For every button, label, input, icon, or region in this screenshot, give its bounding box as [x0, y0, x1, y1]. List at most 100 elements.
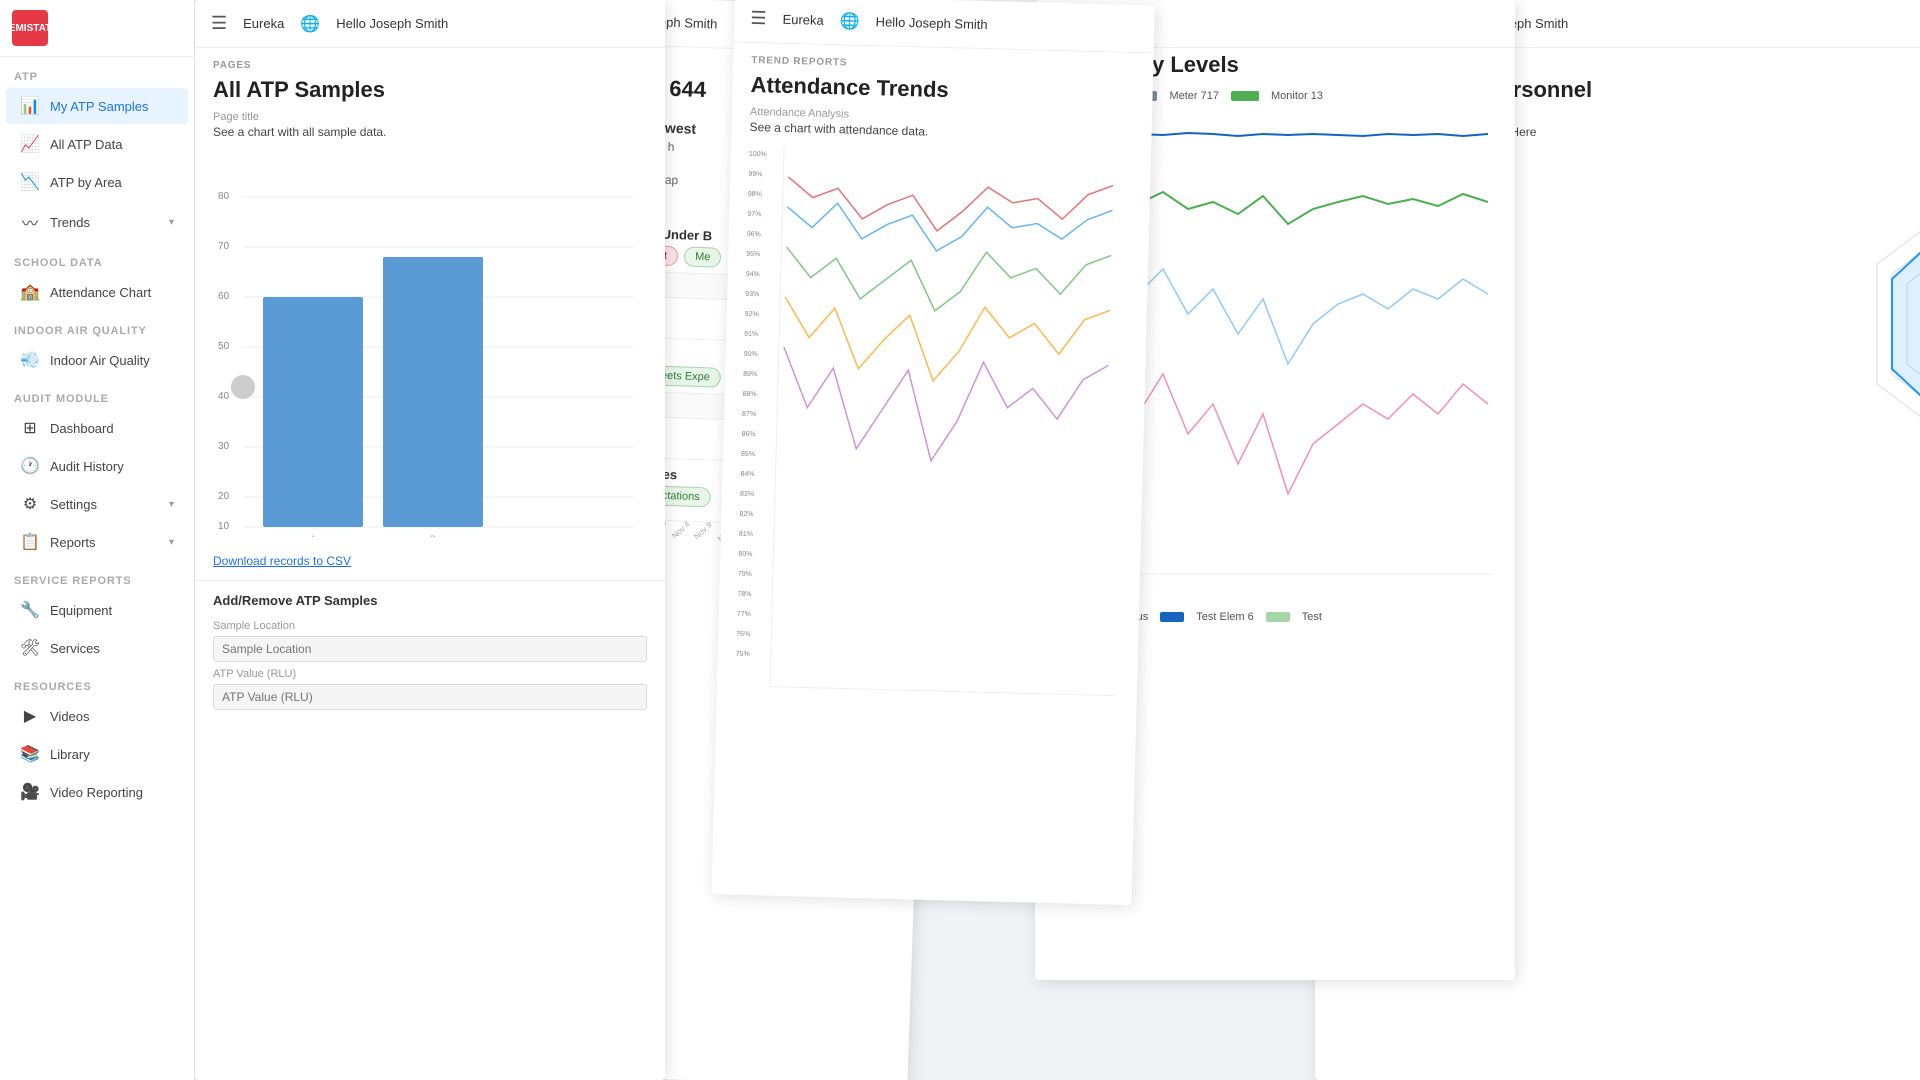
svg-text:97%: 97%: [747, 211, 761, 218]
svg-text:70: 70: [218, 241, 230, 252]
chart-down-icon: 📉: [20, 172, 40, 192]
sidebar-item-label: Audit History: [50, 459, 124, 474]
sidebar-item-library[interactable]: 📚 Library: [6, 736, 188, 772]
svg-text:80%: 80%: [738, 551, 752, 558]
hamburger-icon[interactable]: ☰: [750, 8, 767, 29]
section-resources: RESOURCES: [0, 667, 194, 697]
reports-icon: 📋: [20, 532, 40, 552]
section-school-data: SCHOOL DATA: [0, 243, 194, 273]
nav-site-name: Eureka: [782, 12, 824, 28]
legend-label-meter: Meter 717: [1169, 90, 1219, 102]
legend-label-test-elem6: Test Elem 6: [1196, 611, 1253, 623]
svg-text:B: B: [430, 534, 436, 537]
svg-text:60: 60: [218, 291, 230, 302]
sidebar-item-dashboard[interactable]: ⊞ Dashboard: [6, 410, 188, 446]
equipment-icon: 🔧: [20, 600, 40, 620]
sidebar-item-label: Indoor Air Quality: [50, 353, 150, 368]
dashboard-icon: ⊞: [20, 418, 40, 438]
sidebar-item-attendance-chart[interactable]: 🏫 Attendance Chart: [6, 274, 188, 310]
history-icon: 🕐: [20, 456, 40, 476]
svg-text:50: 50: [218, 341, 230, 352]
svg-text:95%: 95%: [746, 251, 760, 258]
sample-location-input[interactable]: [213, 636, 647, 662]
atp-subtitle-text: See a chart with all sample data.: [195, 123, 665, 149]
panel-attendance-trends: ☰ Eureka 🌐 Hello Joseph Smith TREND REPO…: [712, 0, 1155, 905]
chevron-down-icon: ▾: [169, 537, 174, 548]
atp-title: All ATP Samples: [195, 73, 665, 111]
svg-text:86%: 86%: [741, 431, 755, 438]
svg-text:87%: 87%: [742, 411, 756, 418]
chevron-down-icon: ▾: [169, 499, 174, 510]
section-service-reports: SERVICE REPORTS: [0, 561, 194, 591]
main-content: ☰ Eureka 🌐 Hello Joseph Smith PAGES Audi…: [195, 0, 1920, 1080]
sidebar-item-label: ATP by Area: [50, 175, 122, 190]
app-logo: SEMI STATS: [12, 10, 48, 46]
library-icon: 📚: [20, 744, 40, 764]
atp-nav: ☰ Eureka 🌐 Hello Joseph Smith: [195, 0, 665, 48]
atp-value-input[interactable]: [213, 684, 647, 710]
sidebar-item-label: Trends: [50, 215, 90, 230]
sidebar-item-settings[interactable]: ⚙ Settings ▾: [6, 486, 188, 522]
nav-user: Hello Joseph Smith: [875, 14, 987, 32]
legend-color-monitor: [1231, 91, 1259, 101]
sidebar-item-videos[interactable]: ▶ Videos: [6, 698, 188, 734]
sidebar-item-label: Videos: [50, 709, 90, 724]
section-atp: ATP: [0, 57, 194, 87]
svg-text:84%: 84%: [740, 471, 754, 478]
sidebar-item-services[interactable]: 🛠 Services: [6, 630, 188, 666]
svg-text:80: 80: [218, 191, 230, 202]
svg-text:82%: 82%: [739, 511, 753, 518]
badge-meets[interactable]: Me: [684, 246, 722, 267]
video-play-icon: ▶: [20, 706, 40, 726]
svg-text:100%: 100%: [749, 151, 767, 158]
sidebar-item-atp-by-area[interactable]: 📉 ATP by Area: [6, 164, 188, 200]
sidebar-item-reports[interactable]: 📋 Reports ▾: [6, 524, 188, 560]
sidebar-item-all-atp-data[interactable]: 📈 All ATP Data: [6, 126, 188, 162]
legend-label-monitor: Monitor 13: [1271, 90, 1323, 102]
svg-text:91%: 91%: [744, 331, 758, 338]
sidebar-item-equipment[interactable]: 🔧 Equipment: [6, 592, 188, 628]
svg-text:78%: 78%: [737, 591, 751, 598]
chart-indicator: [231, 375, 255, 399]
svg-text:99%: 99%: [748, 171, 762, 178]
sidebar-item-my-atp-samples[interactable]: 📊 My ATP Samples: [6, 88, 188, 124]
sidebar-item-video-reporting[interactable]: 🎥 Video Reporting: [6, 774, 188, 810]
nav-user: Hello Joseph Smith: [336, 16, 448, 31]
sidebar-item-label: Services: [50, 641, 100, 656]
svg-text:79%: 79%: [738, 571, 752, 578]
atp-chart-area: 80 70 60 50 40 30 20 10: [195, 149, 665, 550]
svg-text:88%: 88%: [743, 391, 757, 398]
download-csv-link[interactable]: Download records to CSV: [195, 550, 665, 572]
section-audit-module: AUDIT MODULE: [0, 379, 194, 409]
sidebar-item-label: Settings: [50, 497, 97, 512]
svg-text:90%: 90%: [744, 351, 758, 358]
sidebar-item-label: Reports: [50, 535, 96, 550]
bar-1: [263, 297, 363, 527]
svg-text:89%: 89%: [743, 371, 757, 378]
svg-text:94%: 94%: [746, 271, 760, 278]
hamburger-icon[interactable]: ☰: [211, 13, 227, 34]
panel-atp-samples: ☰ Eureka 🌐 Hello Joseph Smith PAGES All …: [195, 0, 665, 1080]
svg-text:77%: 77%: [737, 611, 751, 618]
settings-icon: ⚙: [20, 494, 40, 514]
atp-bar-chart: 80 70 60 50 40 30 20 10: [213, 157, 633, 537]
chevron-down-icon: ▾: [169, 217, 174, 228]
globe-icon: 🌐: [300, 14, 320, 34]
svg-text:81%: 81%: [739, 531, 753, 538]
nav-site-name: Eureka: [243, 16, 284, 31]
services-icon: 🛠: [20, 638, 40, 658]
svg-text:85%: 85%: [741, 451, 755, 458]
sidebar-item-label: Attendance Chart: [50, 285, 151, 300]
trends-chart: 100% 99% 98% 97% 96% 95% 94% 93% 92% 91%…: [734, 146, 1129, 736]
school-icon: 🏫: [20, 282, 40, 302]
sidebar-item-label: Video Reporting: [50, 785, 143, 800]
sidebar-item-indoor-air-quality[interactable]: 💨 Indoor Air Quality: [6, 342, 188, 378]
sidebar-item-audit-history[interactable]: 🕐 Audit History: [6, 448, 188, 484]
sidebar-item-label: All ATP Data: [50, 137, 123, 152]
logo-area: SEMI STATS: [0, 0, 194, 57]
sidebar-item-trends[interactable]: 〰 Trends ▾: [6, 202, 188, 242]
svg-text:75%: 75%: [736, 651, 750, 658]
svg-text:96%: 96%: [747, 231, 761, 238]
globe-icon: 🌐: [840, 11, 860, 32]
air-icon: 💨: [20, 350, 40, 370]
